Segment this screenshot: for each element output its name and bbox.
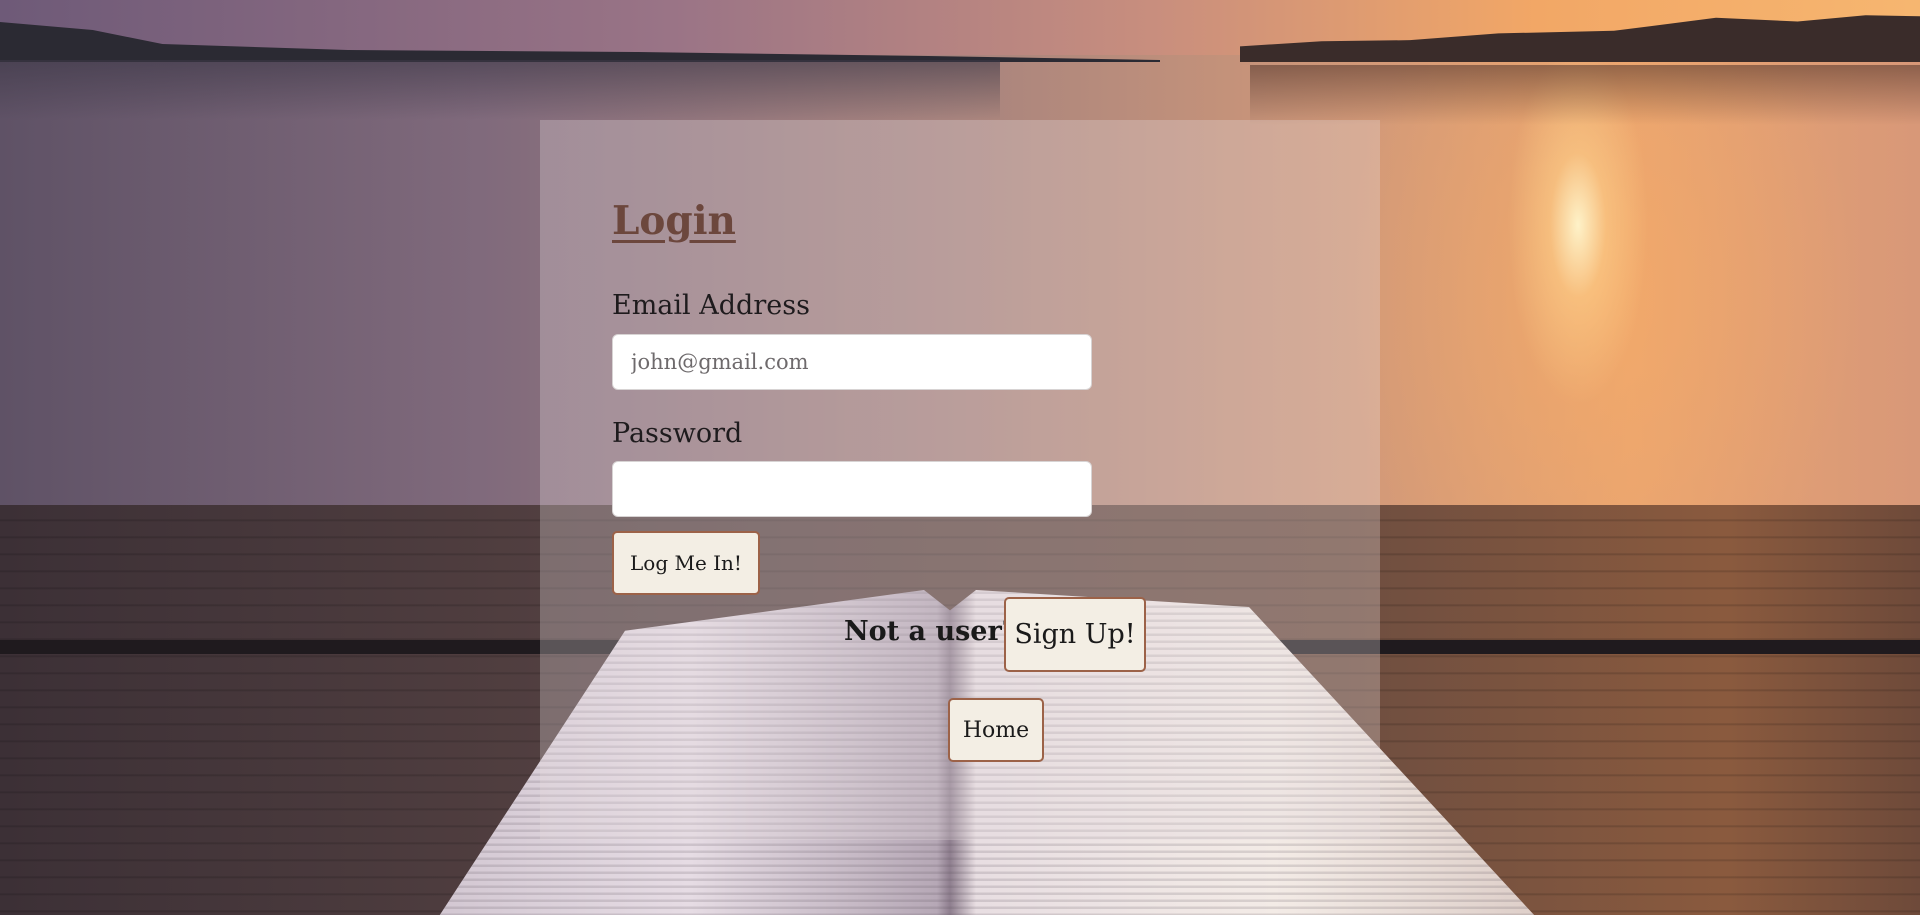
page-title: Login bbox=[612, 198, 736, 244]
login-button[interactable]: Log Me In! bbox=[612, 531, 760, 595]
treeline-reflection-left bbox=[0, 60, 1000, 120]
login-card: Login Email Address Password Log Me In! … bbox=[540, 120, 1380, 840]
password-label: Password bbox=[612, 418, 743, 449]
email-label: Email Address bbox=[612, 290, 810, 321]
password-field[interactable] bbox=[612, 461, 1092, 517]
signup-button[interactable]: Sign Up! bbox=[1004, 597, 1146, 672]
email-field[interactable] bbox=[612, 334, 1092, 390]
not-a-user-text: Not a user? bbox=[844, 616, 1018, 647]
home-button[interactable]: Home bbox=[948, 698, 1044, 762]
treeline-reflection-right bbox=[1250, 65, 1920, 125]
